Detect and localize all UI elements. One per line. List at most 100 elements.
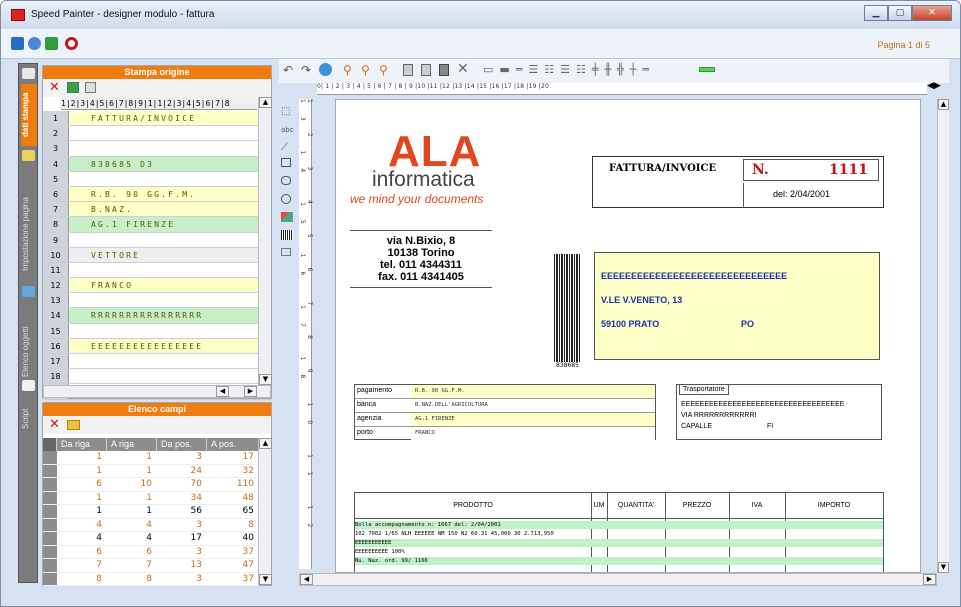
row-selector[interactable]: [43, 478, 57, 491]
invoice-number-box[interactable]: N. 1111: [743, 159, 879, 181]
transport-box[interactable]: Trasportatore EEEEEEEEEEEEEEEEEEEEEEEEEE…: [676, 384, 882, 440]
alignment-tools-icon[interactable]: ▭▬═☰☷☰☷╪╫╬┼═: [483, 63, 655, 76]
delete-object-icon[interactable]: ✕: [457, 61, 469, 77]
zoom-fit-icon[interactable]: ⚲: [379, 63, 388, 77]
col-da-riga[interactable]: Da riga: [57, 438, 107, 451]
refresh-icon[interactable]: [319, 63, 332, 76]
rectangle-tool-icon[interactable]: [281, 158, 291, 167]
field-cell[interactable]: 110: [207, 478, 259, 491]
field-row[interactable]: 4438: [43, 518, 259, 532]
import-icon[interactable]: [45, 37, 58, 50]
scroll-down-icon[interactable]: ▼: [259, 374, 272, 385]
cut-icon[interactable]: [439, 64, 449, 76]
field-cell[interactable]: 1: [57, 492, 107, 505]
field-row[interactable]: 1 1 56 65: [43, 505, 259, 519]
scroll-left-icon[interactable]: ◀: [216, 386, 229, 397]
designer-scroll-left-icon[interactable]: ◀: [300, 574, 313, 585]
paste-icon[interactable]: [421, 64, 431, 76]
row-selector[interactable]: [43, 532, 57, 545]
source-row[interactable]: 4 838685 D3: [43, 156, 271, 172]
field-cell[interactable]: 7: [57, 559, 107, 572]
close-button[interactable]: ✕: [912, 5, 952, 21]
row-selector[interactable]: [43, 518, 57, 531]
zoom-in-icon[interactable]: ⚲: [343, 63, 352, 77]
field-cell[interactable]: 17: [207, 451, 259, 464]
field-cell[interactable]: 4: [57, 532, 107, 545]
designer-scroll-right-icon[interactable]: ▶: [923, 574, 936, 585]
globe-icon[interactable]: [28, 37, 41, 50]
tab-dati-stampa[interactable]: dati stampa: [21, 84, 37, 146]
scroll-up-icon[interactable]: ▲: [259, 97, 272, 108]
field-cell[interactable]: 3: [157, 546, 207, 559]
minimize-button[interactable]: ▁: [864, 5, 888, 21]
field-row[interactable]: 8 8 3 37: [43, 572, 259, 586]
field-cell[interactable]: 40: [207, 532, 259, 545]
page-setup-tab-icon[interactable]: [22, 150, 35, 161]
source-row[interactable]: 8 AG.1 FIRENZE: [43, 217, 271, 233]
row-selector[interactable]: [43, 572, 57, 585]
field-cell[interactable]: 70: [157, 478, 207, 491]
row-selector[interactable]: [43, 451, 57, 464]
undo-icon[interactable]: ↶: [283, 63, 293, 77]
field-cell[interactable]: 1: [107, 465, 157, 478]
product-table[interactable]: PRODOTTO UM QUANTITA' PREZZO IVA IMPORTO…: [354, 492, 884, 572]
logo-slogan[interactable]: we mind your documents: [350, 192, 483, 206]
source-row[interactable]: 2: [43, 126, 271, 142]
field-cell[interactable]: 6: [107, 546, 157, 559]
source-row[interactable]: 18: [43, 369, 271, 385]
source-row[interactable]: 16 EEEEEEEEEEEEEEEE: [43, 338, 271, 354]
print-data-tab-icon[interactable]: [22, 68, 35, 79]
field-cell[interactable]: 1: [57, 505, 107, 518]
save-icon[interactable]: [11, 37, 24, 50]
col-da-pos[interactable]: Da pos.: [157, 438, 207, 451]
field-cell[interactable]: 13: [157, 559, 207, 572]
source-row[interactable]: 17: [43, 354, 271, 370]
field-table-body[interactable]: 1 1 3 17 1 1 24 32 6 10 70 110 1 1 34 48 1 1 56 65 4 4 3 8 4 4 17 4…: [43, 451, 259, 586]
color-bar-icon[interactable]: [699, 67, 715, 72]
customer-box[interactable]: EEEEEEEEEEEEEEEEEEEEEEEEEEEEEEE V.LE V.V…: [594, 252, 880, 360]
field-cell[interactable]: 4: [107, 519, 157, 532]
row-selector[interactable]: [43, 505, 57, 518]
source-row[interactable]: 11: [43, 262, 271, 279]
company-address[interactable]: via N.Bixio, 8 10138 Torino tel. 011 434…: [350, 230, 492, 288]
source-vertical-scrollbar[interactable]: ▲ ▼: [258, 97, 272, 385]
source-horizontal-scrollbar[interactable]: ◀ ▶: [43, 385, 271, 398]
script-tab-icon[interactable]: [22, 380, 35, 391]
line-tool-icon[interactable]: ⟋: [281, 142, 288, 153]
source-row[interactable]: 13: [43, 293, 271, 309]
field-cell[interactable]: 6: [57, 546, 107, 559]
rounded-rect-tool-icon[interactable]: [281, 176, 291, 185]
delete-icon[interactable]: ✕: [49, 80, 60, 95]
pointer-icon[interactable]: ⬚: [281, 106, 290, 117]
field-cell[interactable]: 8: [107, 573, 157, 586]
source-row[interactable]: 3: [43, 141, 271, 157]
field-row[interactable]: 7 7 13 47: [43, 559, 259, 573]
field-cell[interactable]: 1: [57, 451, 107, 464]
maximize-button[interactable]: ▢: [888, 5, 912, 21]
field-cell[interactable]: 1: [107, 505, 157, 518]
invoice-page[interactable]: ALA informatica we mind your documents v…: [335, 99, 921, 573]
designer-horizontal-scrollbar[interactable]: ◀ ▶: [299, 573, 937, 586]
tab-impostazione-pagina[interactable]: Impostazione pagina: [21, 184, 37, 284]
field-cell[interactable]: 6: [57, 478, 107, 491]
field-cell[interactable]: 3: [157, 573, 207, 586]
col-a-riga[interactable]: A riga: [107, 438, 157, 451]
copy-object-icon[interactable]: [403, 64, 413, 76]
designer-scroll-up-icon[interactable]: ▲: [938, 99, 949, 110]
redo-icon[interactable]: ↷: [301, 63, 311, 77]
source-row[interactable]: 6 R.B. 90 GG.F.M.: [43, 186, 271, 203]
field-cell[interactable]: 56: [157, 505, 207, 518]
field-tool-icon[interactable]: [281, 248, 291, 256]
field-cell[interactable]: 17: [157, 532, 207, 545]
objects-tab-icon[interactable]: [22, 286, 35, 297]
col-a-pos[interactable]: A pos.: [207, 438, 259, 451]
field-cell[interactable]: 10: [107, 478, 157, 491]
field-cell[interactable]: 7: [107, 559, 157, 572]
row-selector[interactable]: [43, 491, 57, 504]
fields-vertical-scrollbar[interactable]: ▲ ▼: [258, 438, 272, 585]
source-row[interactable]: 15: [43, 323, 271, 339]
designer-vertical-scrollbar[interactable]: ▲ ▼: [937, 99, 949, 573]
field-row[interactable]: 1 1 34 48: [43, 491, 259, 505]
field-cell[interactable]: 34: [157, 492, 207, 505]
field-cell[interactable]: 4: [57, 519, 107, 532]
